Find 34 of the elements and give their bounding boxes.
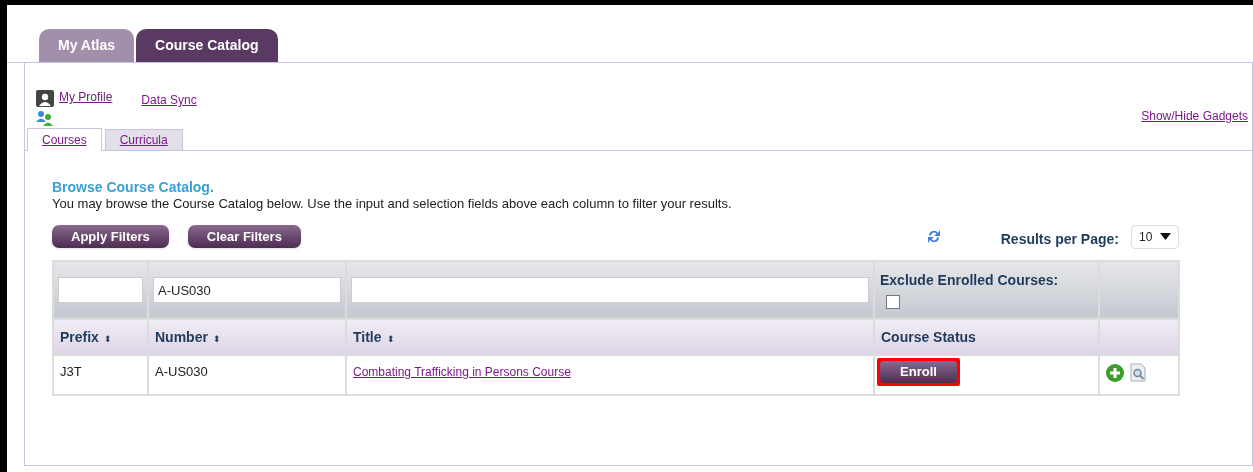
add-icon[interactable] (1106, 363, 1124, 382)
filter-button[interactable]: Apply Filters (52, 225, 169, 248)
document-search-icon[interactable] (1130, 363, 1146, 382)
enroll-button[interactable]: Enroll (880, 361, 957, 383)
profile-link[interactable]: My Profile (59, 88, 113, 106)
column-header: Course Status (881, 328, 976, 345)
course-title-link[interactable]: Combating Trafficking in Persons Course (353, 365, 571, 379)
section-heading: Browse Course Catalog. (52, 179, 215, 196)
exclude-enrolled-label: Exclude Enrolled Courses: (880, 271, 1060, 290)
users-icon (36, 110, 54, 126)
column-header[interactable]: Number (155, 328, 208, 345)
sub-tab[interactable]: Curricula (104, 129, 183, 151)
column-header[interactable]: Prefix (60, 328, 99, 345)
filter-input[interactable]: A-US030 (153, 277, 341, 303)
results-per-page-label: Results per Page: (1000, 230, 1119, 249)
column-header[interactable]: Title (353, 328, 382, 345)
sort-icon[interactable]: ⬍ (386, 333, 395, 344)
dropdown-arrow-icon (1160, 233, 1171, 240)
data-sync-link[interactable]: Data Sync (141, 91, 197, 109)
exclude-enrolled-checkbox[interactable] (886, 295, 900, 309)
filter-input[interactable] (58, 277, 143, 303)
filter-input[interactable] (351, 277, 869, 303)
main-tab[interactable]: Course Catalog (136, 29, 278, 62)
results-per-page-select[interactable]: 10 (1131, 224, 1179, 249)
show-hide-gadgets-link[interactable]: Show/Hide Gadgets (1141, 107, 1248, 125)
sort-icon[interactable]: ⬍ (103, 333, 112, 344)
refresh-icon[interactable] (926, 228, 941, 245)
sort-icon[interactable]: ⬍ (212, 333, 221, 344)
description-text: You may browse the Course Catalog below. Use the input and selection fields above each column to filter your results. (52, 196, 733, 212)
table-cell: A-US030 (148, 355, 346, 395)
profile-icon (36, 90, 54, 107)
sub-tab[interactable]: Courses (27, 128, 102, 151)
table-cell: J3T (53, 355, 148, 395)
filter-button[interactable]: Clear Filters (187, 225, 301, 248)
